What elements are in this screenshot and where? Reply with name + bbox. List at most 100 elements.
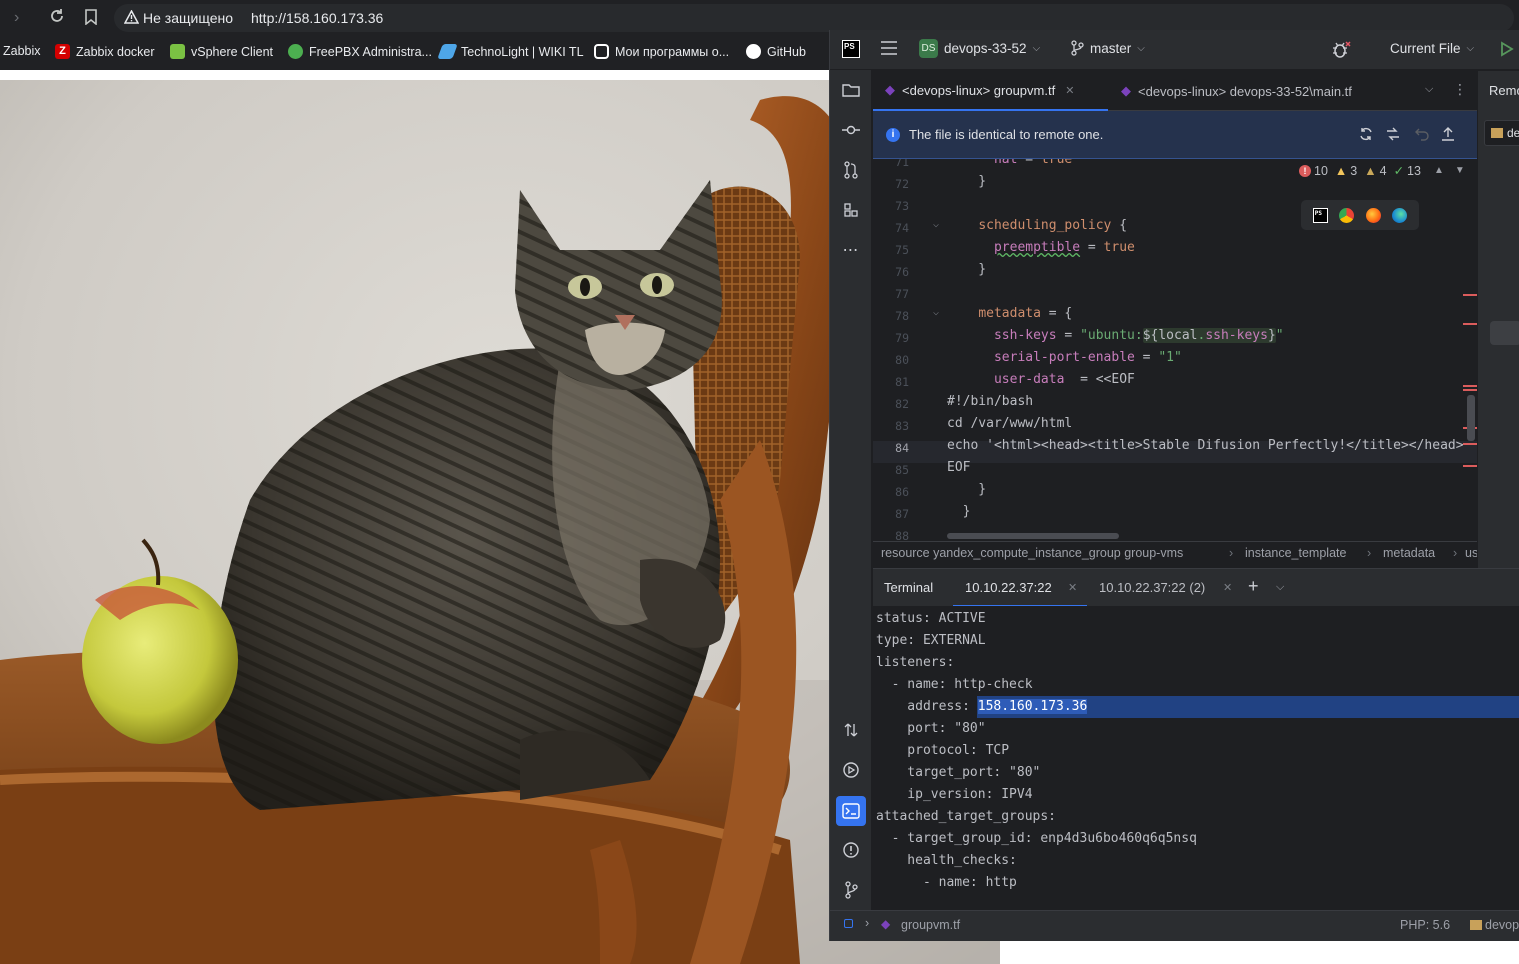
- bookmark-programs[interactable]: Мои программы о...: [594, 44, 729, 59]
- error-icon: !: [1299, 164, 1311, 177]
- terminal-header: Terminal 10.10.22.37:22 ✕ 10.10.22.37:22…: [873, 568, 1519, 607]
- security-label[interactable]: Не защищено: [143, 10, 233, 26]
- error-stripe-mark[interactable]: [1463, 443, 1477, 445]
- chrome-icon[interactable]: [1339, 207, 1355, 223]
- bookmark-technolight[interactable]: TechnoLight | WIKI TL: [437, 44, 584, 59]
- project-name: devops-33-52: [944, 41, 1027, 56]
- upload-icon[interactable]: [1440, 126, 1456, 145]
- right-tool-panel: Remo de: [1477, 71, 1519, 568]
- run-config-selector[interactable]: Current File ⌵: [1390, 41, 1474, 56]
- run-icon[interactable]: [1500, 41, 1514, 60]
- remote-host-status[interactable]: devop: [1485, 918, 1519, 932]
- fold-icon[interactable]: ⌵: [933, 307, 939, 318]
- error-stripe-mark[interactable]: [1463, 465, 1477, 467]
- error-stripe-mark[interactable]: [1463, 385, 1477, 387]
- code-line: preemptible = true: [993, 240, 1135, 255]
- close-icon[interactable]: ✕: [1065, 84, 1074, 97]
- terminal-tab-1[interactable]: 10.10.22.37:22 ✕: [953, 569, 1087, 607]
- pull-requests-icon[interactable]: [839, 158, 863, 182]
- close-icon[interactable]: ✕: [1068, 581, 1077, 594]
- error-stripe-mark[interactable]: [1463, 294, 1477, 296]
- code-editor[interactable]: 71 nat = true 72 } 73 74 ⌵ scheduling_policy…: [873, 159, 1477, 541]
- remote-panel-label[interactable]: Remo: [1489, 83, 1519, 98]
- code-line: cd /var/www/html: [947, 416, 1073, 431]
- scroll-thumb[interactable]: [1490, 321, 1519, 345]
- terminal-line: type: EXTERNAL: [876, 633, 986, 648]
- tab-label: <devops-linux> devops-33-52\main.tf: [1138, 83, 1352, 99]
- zabbix-z-icon: Z: [55, 44, 70, 59]
- branch-name: master: [1090, 40, 1132, 56]
- remote-host-item[interactable]: de: [1484, 120, 1519, 146]
- terminal-tab-label: 10.10.22.37:22: [965, 580, 1052, 595]
- bookmark-freepbx[interactable]: FreePBX Administra...: [288, 44, 432, 59]
- url-text[interactable]: http://158.160.173.36: [251, 10, 383, 26]
- phpstorm-preview-icon[interactable]: PS: [1312, 207, 1328, 223]
- debug-bug-icon[interactable]: [1330, 39, 1352, 64]
- chevron-down-icon[interactable]: ⌵: [1425, 83, 1433, 96]
- breadcrumb: resource yandex_compute_instance_group g…: [873, 541, 1477, 565]
- transfer-icon[interactable]: [839, 718, 863, 742]
- tab-main[interactable]: ◆ <devops-linux> devops-33-52\main.tf: [1119, 71, 1352, 111]
- bookmark-github[interactable]: GitHub: [746, 44, 806, 59]
- more-tools-icon[interactable]: ⋯: [839, 238, 863, 262]
- inspection-widget[interactable]: ! 10 ▲ 3 ▲ 4 ✓ 13 ▲ ▼: [1299, 163, 1465, 178]
- edge-icon[interactable]: [1392, 207, 1408, 223]
- bookmark-label: TechnoLight | WIKI TL: [461, 44, 584, 59]
- status-file[interactable]: groupvm.tf: [901, 918, 960, 932]
- terraform-icon: ◆: [881, 917, 891, 931]
- terminal-line: health_checks:: [876, 853, 1017, 868]
- fold-icon[interactable]: ⌵: [933, 219, 939, 230]
- problems-icon[interactable]: [839, 838, 863, 862]
- commit-icon[interactable]: [839, 118, 863, 142]
- square-icon[interactable]: [844, 919, 853, 928]
- php-version[interactable]: PHP: 5.6: [1400, 918, 1450, 932]
- terminal-icon[interactable]: [836, 796, 866, 826]
- vertical-scrollbar[interactable]: [1467, 395, 1475, 441]
- bookmark-zabbix[interactable]: Zabbix: [3, 44, 41, 58]
- folder-icon[interactable]: [839, 78, 863, 102]
- breadcrumb-item[interactable]: resource yandex_compute_instance_group g…: [881, 546, 1183, 560]
- revert-icon[interactable]: [1414, 126, 1430, 145]
- terminal-output[interactable]: status: ACTIVE type: EXTERNAL listeners: -…: [873, 606, 1519, 910]
- forward-icon[interactable]: ›: [14, 9, 19, 27]
- branch-selector[interactable]: master ⌵: [1070, 40, 1145, 56]
- ide-window: PS DS devops-33-52 ⌵ master ⌵ Current Fi…: [829, 30, 1519, 941]
- services-icon[interactable]: [839, 758, 863, 782]
- breadcrumb-item[interactable]: metadata: [1383, 546, 1435, 560]
- main-menu-icon[interactable]: [880, 40, 898, 59]
- terminal-tab-2[interactable]: 10.10.22.37:22 (2) ✕: [1087, 569, 1237, 607]
- bookmark-icon[interactable]: [84, 9, 98, 28]
- terminal-line: target_port: "80": [876, 765, 1041, 780]
- git-icon[interactable]: [839, 878, 863, 902]
- weak-warning-icon: ▲: [1364, 163, 1377, 178]
- chevron-right-icon: ›: [865, 916, 870, 930]
- project-selector[interactable]: DS devops-33-52 ⌵: [919, 39, 1040, 58]
- breadcrumb-item[interactable]: instance_template: [1245, 546, 1346, 560]
- firefox-icon[interactable]: [1365, 207, 1381, 223]
- line-number: 86: [895, 485, 909, 499]
- warning-icon[interactable]: [123, 9, 140, 27]
- terminal-line: status: ACTIVE: [876, 611, 986, 626]
- horizontal-scrollbar[interactable]: [947, 533, 1119, 539]
- chevron-down-icon[interactable]: ⌵: [1276, 581, 1284, 594]
- compare-icon[interactable]: [1385, 126, 1401, 145]
- bookmark-zabbix-docker[interactable]: Z Zabbix docker: [55, 44, 155, 59]
- sync-icon[interactable]: [1358, 126, 1374, 145]
- bookmark-label: GitHub: [767, 44, 806, 59]
- structure-icon[interactable]: [839, 198, 863, 222]
- tab-groupvm[interactable]: ◆ <devops-linux> groupvm.tf ✕: [873, 71, 1108, 111]
- more-vertical-icon[interactable]: ⋮: [1453, 81, 1467, 98]
- add-icon[interactable]: +: [1248, 576, 1259, 597]
- chevron-up-icon[interactable]: ▲: [1434, 165, 1444, 176]
- breadcrumb-item[interactable]: us: [1465, 546, 1477, 560]
- code-line: }: [947, 482, 987, 497]
- error-stripe-mark[interactable]: [1463, 389, 1477, 391]
- reload-icon[interactable]: [48, 7, 66, 28]
- chevron-down-icon[interactable]: ▼: [1455, 165, 1465, 176]
- line-number: 76: [895, 265, 909, 279]
- close-icon[interactable]: ✕: [1223, 581, 1232, 594]
- error-stripe-mark[interactable]: [1463, 323, 1477, 325]
- code-line: }: [947, 174, 987, 189]
- bookmark-vsphere[interactable]: vSphere Client: [170, 44, 273, 59]
- phpstorm-logo-icon[interactable]: PS: [842, 40, 860, 58]
